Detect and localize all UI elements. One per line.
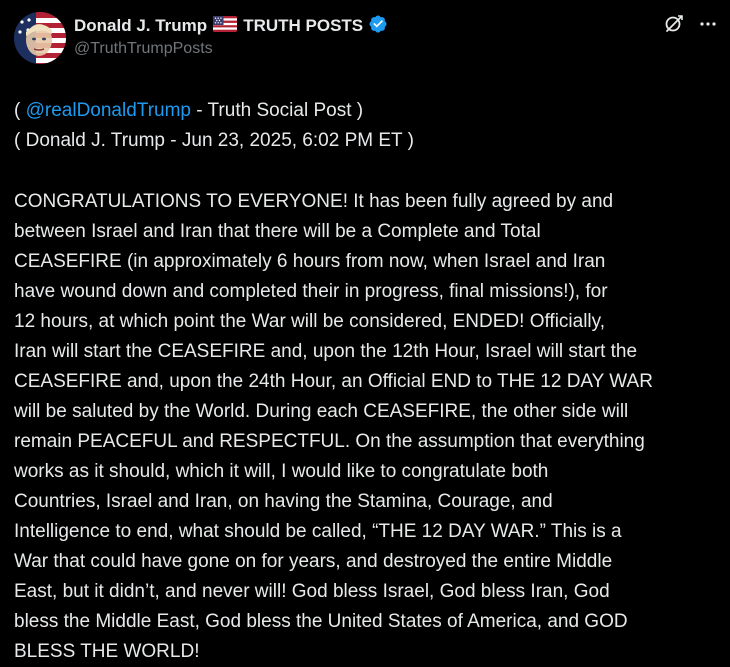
post-card: Donald J. Trump TRUTH POSTS @TruthTrumpP… xyxy=(0,0,730,662)
post-body-line: War that could have gone on for years, a… xyxy=(14,551,613,572)
post-text: ( @realDonaldTrump - Truth Social Post )… xyxy=(14,96,716,667)
post-body-line: BLESS THE WORLD! xyxy=(14,641,200,662)
avatar[interactable] xyxy=(14,12,66,64)
post-body-line: CEASEFIRE and, upon the 24th Hour, an Of… xyxy=(14,371,653,392)
post-body-paragraph: CONGRATULATIONS TO EVERYONE! It has been… xyxy=(14,187,716,667)
author-handle[interactable]: @TruthTrumpPosts xyxy=(74,40,388,58)
header-actions xyxy=(664,14,718,39)
author-display-name[interactable]: Donald J. Trump xyxy=(74,16,207,36)
meta-prefix: ( xyxy=(14,100,26,121)
post-body-line: East, but it didn’t, and never will! God… xyxy=(14,581,610,602)
post-meta-line-2: ( Donald J. Trump - Jun 23, 2025, 6:02 P… xyxy=(14,130,414,151)
patriotic-portrait-avatar xyxy=(14,12,66,64)
post-body-line: Intelligence to end, what should be call… xyxy=(14,521,622,542)
author-name-row[interactable]: Donald J. Trump TRUTH POSTS xyxy=(74,14,388,38)
post-body-line: 12 hours, at which point the War will be… xyxy=(14,311,606,332)
author-account-suffix[interactable]: TRUTH POSTS xyxy=(243,16,363,36)
more-options-icon[interactable] xyxy=(698,14,718,39)
post-body-line: Countries, Israel and Iran, on having th… xyxy=(14,491,553,512)
us-flag-icon xyxy=(213,15,238,37)
post-body-line: bless the Middle East, God bless the Uni… xyxy=(14,611,628,632)
post-body-line: between Israel and Iran that there will … xyxy=(14,221,541,242)
grok-icon[interactable] xyxy=(664,14,684,39)
post-body-line: have wound down and completed their in p… xyxy=(14,281,608,302)
post-header: Donald J. Trump TRUTH POSTS @TruthTrumpP… xyxy=(14,12,716,74)
post-body-line: CEASEFIRE (in approximately 6 hours from… xyxy=(14,251,606,272)
meta-suffix: - Truth Social Post ) xyxy=(190,100,364,121)
post-body-line: will be saluted by the World. During eac… xyxy=(14,401,629,422)
mention-link[interactable]: @realDonaldTrump xyxy=(26,100,191,121)
post-body-line: works as it should, which it will, I wou… xyxy=(14,461,549,482)
post-body-line: CONGRATULATIONS TO EVERYONE! It has been… xyxy=(14,191,614,212)
author-identity: Donald J. Trump TRUTH POSTS @TruthTrumpP… xyxy=(74,12,388,58)
post-body-line: remain PEACEFUL and RESPECTFUL. On the a… xyxy=(14,431,645,452)
post-meta-line-1: ( @realDonaldTrump - Truth Social Post ) xyxy=(14,96,716,126)
post-body-line: Iran will start the CEASEFIRE and, upon … xyxy=(14,341,638,362)
verified-badge-icon[interactable] xyxy=(368,14,388,39)
